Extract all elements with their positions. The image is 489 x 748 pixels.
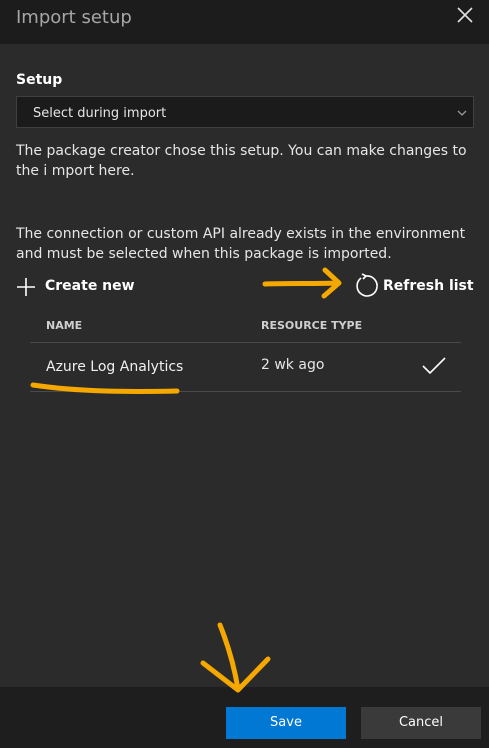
save-arrow-annotation (200, 622, 271, 693)
chevron-down-icon (457, 110, 467, 116)
setup-select-value: Select during import (33, 106, 167, 121)
setup-info-text: The package creator chose this setup. Yo… (16, 143, 467, 179)
table-header: NAME RESOURCE TYPE (30, 312, 461, 343)
column-header-name: NAME (46, 319, 83, 332)
refresh-arrow-annotation (262, 267, 342, 299)
refresh-icon (356, 273, 378, 297)
panel-header: Import setup (0, 0, 489, 44)
resource-type-cell: 2 wk ago (261, 357, 325, 373)
panel-footer: Save Cancel (0, 687, 489, 748)
plus-icon (17, 278, 35, 296)
connection-name-cell: Azure Log Analytics (46, 359, 184, 375)
refresh-list-label: Refresh list (383, 278, 474, 294)
setup-select[interactable]: Select during import (16, 96, 474, 128)
create-new-label: Create new (45, 278, 135, 294)
connection-info-text: The connection or custom API already exi… (16, 226, 466, 262)
save-button[interactable]: Save (226, 707, 346, 739)
setup-label: Setup (16, 72, 63, 88)
table-row[interactable]: Azure Log Analytics 2 wk ago (30, 343, 461, 392)
refresh-list-button[interactable]: Refresh list (353, 273, 474, 299)
cancel-button[interactable]: Cancel (361, 707, 481, 739)
column-header-resource-type: RESOURCE TYPE (261, 319, 363, 332)
checkmark-icon (422, 357, 446, 375)
close-icon[interactable] (455, 5, 475, 25)
panel-title: Import setup (16, 7, 132, 28)
